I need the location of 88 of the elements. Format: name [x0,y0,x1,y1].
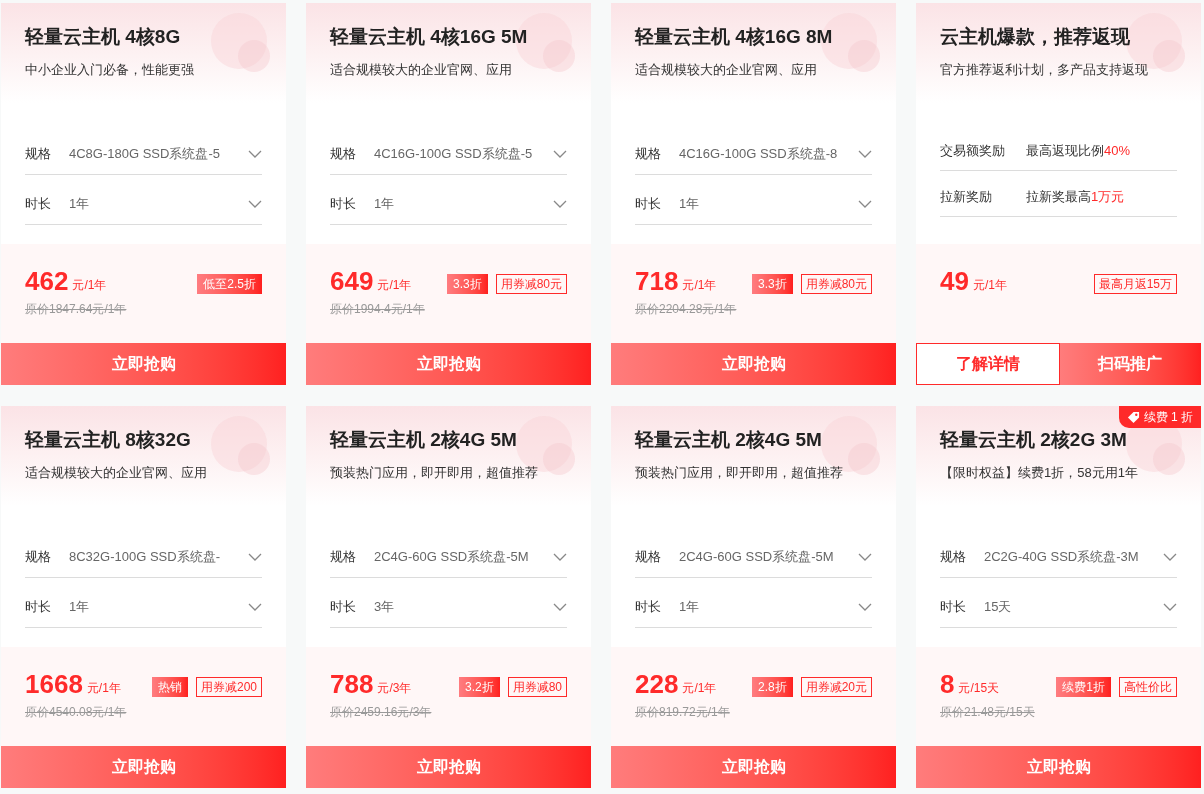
chevron-down-icon [248,199,262,208]
price-unit: 元/1年 [377,277,412,294]
card-subtitle: 中小企业入门必备，性能更强 [25,60,195,79]
select-field[interactable]: 时长 1年 [635,578,872,628]
card-subtitle: 预装热门应用，即开即用，超值推荐 [330,463,539,482]
price: 718 [635,266,679,296]
original-price: 原价4540.08元/1年 [25,704,128,721]
select-field[interactable]: 时长 1年 [25,578,262,628]
price: 649 [330,266,374,296]
reward-label: 交易额奖励 [940,141,1006,160]
coupon-tag: 用券减80 [507,677,567,697]
card-title: 轻量云主机 4核8G [25,25,182,49]
card-title: 云主机爆款，推荐返现 [940,25,1131,49]
chevron-down-icon [1163,602,1177,611]
price-unit: 元/1年 [682,277,717,294]
price: 1668 [25,669,83,699]
chevron-down-icon [248,602,262,611]
reward-text: 最高返现比例40% [1026,141,1131,160]
coupon-tag: 用券减80元 [495,274,567,294]
tag-icon [1126,410,1140,424]
reward-text: 拉新奖最高1万元 [1026,187,1125,206]
card-title: 轻量云主机 2核2G 3M [940,428,1128,452]
original-price: 原价1994.4元/1年 [330,301,426,318]
select-field[interactable]: 规格 2C4G-60G SSD系统盘-5M [635,528,872,578]
select-field[interactable]: 时长 1年 [635,175,872,225]
select-field[interactable]: 规格 8C32G-100G SSD系统盘- [25,528,262,578]
card-title: 轻量云主机 4核16G 8M [635,25,834,49]
select-field[interactable]: 规格 2C2G-40G SSD系统盘-3M [940,528,1177,578]
chevron-down-icon [858,149,872,158]
price: 462 [25,266,69,296]
chevron-down-icon [553,149,567,158]
chevron-down-icon [1163,552,1177,561]
discount-tag: 热销 [151,677,188,697]
original-price: 原价2204.28元/1年 [635,301,738,318]
price-unit: 元/15天 [958,680,1000,697]
select-field[interactable]: 规格 4C16G-100G SSD系统盘-8 [635,125,872,175]
original-price: 原价2459.16元/3年 [330,704,433,721]
coupon-tag: 最高月返15万 [1093,274,1177,294]
discount-tag: 续费1折 [1056,677,1111,697]
card-subtitle: 适合规模较大的企业官网、应用 [635,60,818,79]
chevron-down-icon [858,199,872,208]
price: 788 [330,669,374,699]
chevron-down-icon [248,552,262,561]
chevron-down-icon [553,602,567,611]
select-field[interactable]: 时长 1年 [25,175,262,225]
select-field[interactable]: 规格 4C8G-180G SSD系统盘-5 [25,125,262,175]
discount-tag: 低至2.5折 [197,274,262,294]
chevron-down-icon [858,552,872,561]
price: 228 [635,669,679,699]
coupon-tag: 用券减200 [195,677,262,697]
chevron-down-icon [858,602,872,611]
card-title: 轻量云主机 2核4G 5M [635,428,823,452]
details-button[interactable]: 了解详情 [916,343,1060,385]
discount-tag: 3.3折 [751,274,793,294]
card-title: 轻量云主机 4核16G 5M [330,25,529,49]
coupon-tag: 用券减20元 [800,677,872,697]
discount-tag: 3.3折 [446,274,488,294]
price-unit: 元/1年 [72,277,107,294]
chevron-down-icon [248,149,262,158]
card-subtitle: 【限时权益】续费1折，58元用1年 [940,463,1139,482]
price-unit: 元/3年 [377,680,412,697]
price: 49 [940,266,969,296]
card-subtitle: 预装热门应用，即开即用，超值推荐 [635,463,844,482]
card-subtitle: 适合规模较大的企业官网、应用 [330,60,513,79]
coupon-tag: 用券减80元 [800,274,872,294]
reward-label: 拉新奖励 [940,187,993,206]
card-subtitle: 适合规模较大的企业官网、应用 [25,463,208,482]
select-field[interactable]: 时长 3年 [330,578,567,628]
select-field[interactable]: 时长 1年 [330,175,567,225]
discount-tag: 2.8折 [751,677,793,697]
discount-tag: 3.2折 [458,677,500,697]
card-title: 轻量云主机 8核32G [25,428,192,452]
card-title: 轻量云主机 2核4G 5M [330,428,518,452]
select-field[interactable]: 规格 4C16G-100G SSD系统盘-5 [330,125,567,175]
chevron-down-icon [553,199,567,208]
card-subtitle: 官方推荐返利计划，多产品支持返现 [940,60,1149,79]
original-price: 原价1847.64元/1年 [25,301,128,318]
price-unit: 元/1年 [86,680,121,697]
select-field[interactable]: 时长 15天 [940,578,1177,628]
price: 8 [940,669,955,699]
chevron-down-icon [553,552,567,561]
price-unit: 元/1年 [972,277,1007,294]
original-price: 原价21.48元/15天 [940,704,1036,721]
coupon-tag: 高性价比 [1119,677,1177,697]
select-field[interactable]: 规格 2C4G-60G SSD系统盘-5M [330,528,567,578]
price-unit: 元/1年 [682,680,717,697]
badge-text: 续费 1 折 [1143,409,1193,426]
original-price: 原价819.72元/1年 [635,704,731,721]
